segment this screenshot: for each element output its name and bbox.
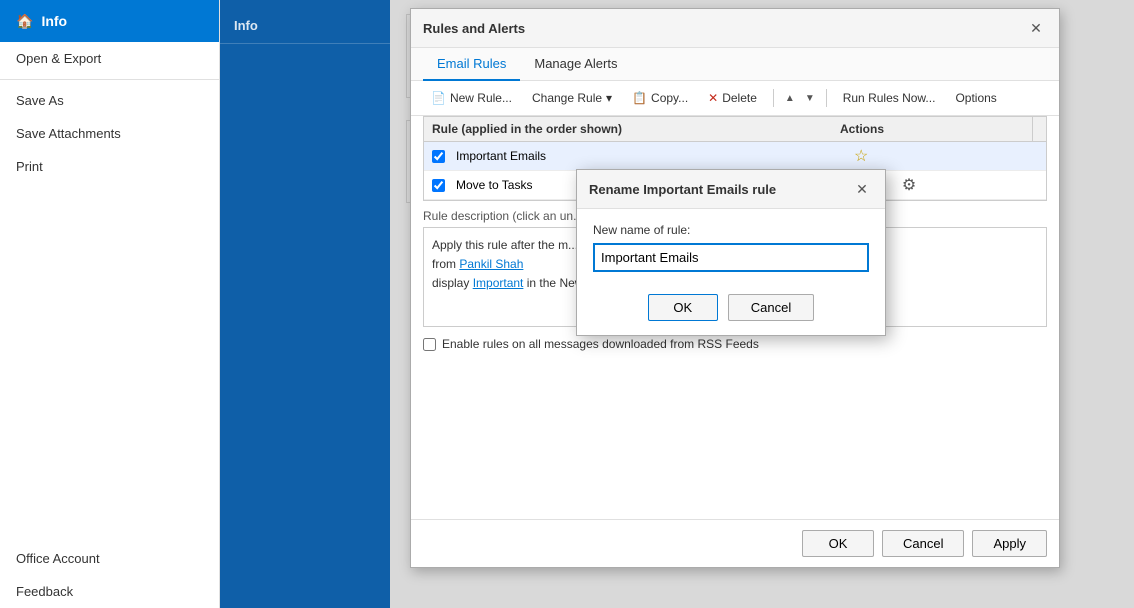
- settings-icon: ⚙: [902, 175, 916, 195]
- options-button[interactable]: Options: [947, 87, 1004, 109]
- new-rule-button[interactable]: 📄 New Rule...: [423, 87, 520, 109]
- rule-checkbox-1[interactable]: [424, 150, 452, 163]
- rules-dialog-title: Rules and Alerts: [423, 21, 525, 36]
- rename-label: New name of rule:: [593, 223, 869, 237]
- rule-check-tasks[interactable]: [432, 179, 445, 192]
- rename-dialog-title: Rename Important Emails rule: [589, 182, 776, 197]
- backstage-nav-title: Info: [220, 8, 390, 44]
- rename-dialog-titlebar: Rename Important Emails rule ✕: [577, 170, 885, 209]
- info-icon: 🏠: [16, 13, 33, 30]
- sidebar-item-office-account[interactable]: Office Account: [0, 542, 219, 575]
- tab-manage-alerts-label: Manage Alerts: [534, 56, 617, 71]
- tab-manage-alerts[interactable]: Manage Alerts: [520, 48, 631, 81]
- rename-cancel-button[interactable]: Cancel: [728, 294, 814, 321]
- rss-checkbox[interactable]: [423, 338, 436, 351]
- delete-label: Delete: [722, 91, 757, 105]
- rule-check-important[interactable]: [432, 150, 445, 163]
- table-row[interactable]: Important Emails ☆: [424, 142, 1046, 171]
- print-label: Print: [16, 159, 43, 174]
- copy-icon: 📋: [632, 91, 647, 105]
- save-attachments-label: Save Attachments: [16, 126, 121, 141]
- rules-apply-button[interactable]: Apply: [972, 530, 1047, 557]
- main-area: Info ✉ pankil... IMAP/S... ⚙: [220, 0, 1134, 608]
- run-rules-now-button[interactable]: Run Rules Now...: [835, 87, 944, 109]
- rules-and-alerts-dialog: Rules and Alerts ✕ Email Rules Manage Al…: [410, 8, 1060, 568]
- delete-button[interactable]: ✕ Delete: [700, 87, 765, 109]
- sidebar: 🏠 Info Open & Export Save As Save Attach…: [0, 0, 220, 608]
- rename-dialog-body: New name of rule:: [577, 209, 885, 286]
- save-as-label: Save As: [16, 93, 64, 108]
- rename-dialog-close-button[interactable]: ✕: [851, 178, 873, 200]
- sidebar-item-feedback[interactable]: Feedback: [0, 575, 219, 608]
- rename-ok-button[interactable]: OK: [648, 294, 718, 321]
- open-export-label: Open & Export: [16, 51, 101, 66]
- important-link[interactable]: Important: [473, 276, 524, 290]
- move-up-button[interactable]: ▲: [782, 89, 798, 108]
- change-rule-button[interactable]: Change Rule ▾: [524, 87, 620, 109]
- copy-button[interactable]: 📋 Copy...: [624, 87, 696, 109]
- dialog-overlay: Rules and Alerts ✕ Email Rules Manage Al…: [390, 0, 1134, 608]
- col-rule-header: Rule (applied in the order shown): [424, 117, 832, 141]
- delete-icon: ✕: [708, 91, 718, 105]
- col-actions-header: Actions: [832, 117, 1032, 141]
- rule-actions-important: ☆: [846, 146, 1046, 166]
- backstage-content: ✉ pankil... IMAP/S... ⚙ AccountSettings …: [390, 0, 1134, 608]
- rule-checkbox-2[interactable]: [424, 179, 452, 192]
- sidebar-item-open-export[interactable]: Open & Export: [0, 42, 219, 75]
- rules-dialog-close-button[interactable]: ✕: [1025, 17, 1047, 39]
- tab-email-rules-label: Email Rules: [437, 56, 506, 71]
- rule-name-important: Important Emails: [452, 146, 846, 166]
- rules-dialog-footer: OK Cancel Apply: [411, 519, 1059, 567]
- sidebar-header: 🏠 Info: [0, 0, 219, 42]
- tab-email-rules[interactable]: Email Rules: [423, 48, 520, 81]
- sidebar-divider: [0, 79, 219, 80]
- rules-toolbar: 📄 New Rule... Change Rule ▾ 📋 Copy...: [411, 81, 1059, 116]
- backstage-nav: Info: [220, 0, 390, 608]
- rules-dialog-titlebar: Rules and Alerts ✕: [411, 9, 1059, 48]
- options-label: Options: [955, 91, 996, 105]
- sidebar-item-save-attachments[interactable]: Save Attachments: [0, 117, 219, 150]
- move-down-button[interactable]: ▼: [802, 89, 818, 108]
- new-rule-icon: 📄: [431, 91, 446, 105]
- rename-input[interactable]: [593, 243, 869, 272]
- sidebar-item-print[interactable]: Print: [0, 150, 219, 183]
- toolbar-separator: [773, 89, 774, 107]
- scrollbar-top: [1032, 117, 1046, 141]
- rules-dialog-tabs: Email Rules Manage Alerts: [411, 48, 1059, 81]
- rss-label: Enable rules on all messages downloaded …: [442, 337, 759, 351]
- office-account-label: Office Account: [16, 551, 100, 566]
- rules-cancel-button[interactable]: Cancel: [882, 530, 964, 557]
- sidebar-title: Info: [41, 13, 67, 29]
- rename-dialog: Rename Important Emails rule ✕ New name …: [576, 169, 886, 336]
- feedback-label: Feedback: [16, 584, 73, 599]
- copy-label: Copy...: [651, 91, 688, 105]
- pankil-shah-link[interactable]: Pankil Shah: [459, 257, 523, 271]
- rules-ok-button[interactable]: OK: [802, 530, 874, 557]
- rename-dialog-footer: OK Cancel: [577, 286, 885, 335]
- rules-table-header: Rule (applied in the order shown) Action…: [424, 117, 1046, 142]
- star-icon: ☆: [854, 146, 868, 166]
- toolbar-separator-2: [826, 89, 827, 107]
- change-rule-label: Change Rule: [532, 91, 602, 105]
- change-rule-arrow: ▾: [606, 91, 612, 105]
- run-rules-label: Run Rules Now...: [843, 91, 936, 105]
- new-rule-label: New Rule...: [450, 91, 512, 105]
- sidebar-item-save-as[interactable]: Save As: [0, 84, 219, 117]
